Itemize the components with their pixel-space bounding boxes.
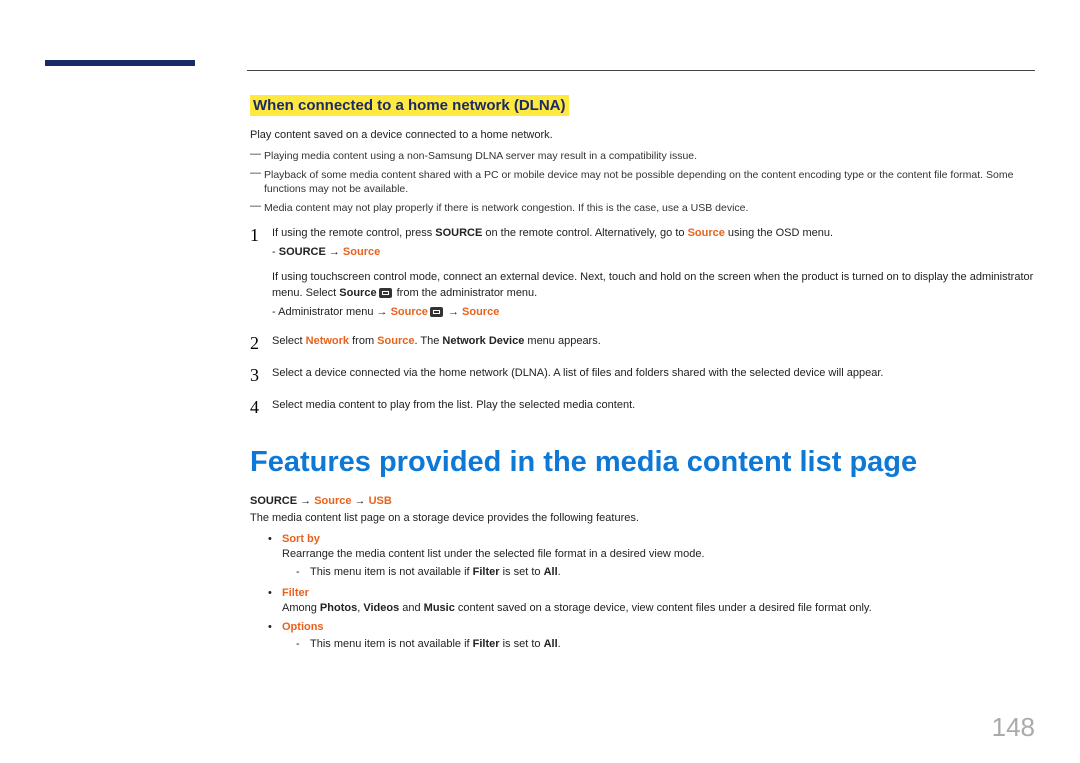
feature-item: Sort by Rearrange the media content list… (268, 532, 1035, 580)
step-2: 2 Select Network from Source. The Networ… (250, 334, 1035, 352)
steps-list: 1 If using the remote control, press SOU… (250, 226, 1035, 417)
features-section: Features provided in the media content l… (250, 446, 1035, 652)
step-body: Select Network from Source. The Network … (272, 334, 1035, 349)
step-body: Select a device connected via the home n… (272, 366, 1035, 381)
note-item: Playback of some media content shared wi… (250, 168, 1035, 196)
step-number: 3 (250, 366, 272, 384)
feature-title: Options (282, 621, 324, 633)
feature-item: Filter Among Photos, Videos and Music co… (268, 586, 1035, 616)
feature-note-list: This menu item is not available if Filte… (296, 637, 1035, 652)
section-heading: When connected to a home network (DLNA) (250, 95, 569, 116)
feature-note-list: This menu item is not available if Filte… (296, 565, 1035, 580)
step-subline: - SOURCE → Source (272, 245, 1035, 260)
note-list: Playing media content using a non-Samsun… (250, 149, 1035, 216)
step-body: Select media content to play from the li… (272, 398, 1035, 413)
step-line: If using touchscreen control mode, conne… (272, 270, 1035, 301)
source-icon (379, 288, 392, 298)
feature-desc: Rearrange the media content list under t… (282, 547, 1035, 562)
features-list: Sort by Rearrange the media content list… (268, 532, 1035, 652)
top-horizontal-rule (247, 70, 1035, 71)
feature-note: This menu item is not available if Filte… (296, 637, 1035, 652)
source-icon (430, 307, 443, 317)
accent-bar (45, 60, 195, 66)
page-number: 148 (992, 712, 1035, 743)
manual-page: When connected to a home network (DLNA) … (0, 0, 1080, 763)
step-1: 1 If using the remote control, press SOU… (250, 226, 1035, 321)
step-number: 1 (250, 226, 272, 244)
features-intro: The media content list page on a storage… (250, 511, 1035, 526)
step-body: If using the remote control, press SOURC… (272, 226, 1035, 321)
section-intro: Play content saved on a device connected… (250, 128, 1035, 143)
navigation-path: SOURCE → Source → USB (250, 495, 1035, 507)
feature-title: Sort by (282, 533, 320, 545)
feature-item: Options This menu item is not available … (268, 620, 1035, 653)
content-area: When connected to a home network (DLNA) … (250, 95, 1035, 652)
step-line: If using the remote control, press SOURC… (272, 226, 1035, 241)
note-item: Media content may not play properly if t… (250, 201, 1035, 215)
step-subline: - Administrator menu → Source → Source (272, 305, 1035, 320)
feature-title: Filter (282, 587, 309, 599)
step-number: 2 (250, 334, 272, 352)
feature-desc: Among Photos, Videos and Music content s… (282, 601, 1035, 616)
step-3: 3 Select a device connected via the home… (250, 366, 1035, 384)
dlna-section: When connected to a home network (DLNA) … (250, 95, 1035, 416)
note-item: Playing media content using a non-Samsun… (250, 149, 1035, 163)
feature-note: This menu item is not available if Filte… (296, 565, 1035, 580)
step-4: 4 Select media content to play from the … (250, 398, 1035, 416)
features-heading: Features provided in the media content l… (250, 446, 1035, 479)
step-number: 4 (250, 398, 272, 416)
